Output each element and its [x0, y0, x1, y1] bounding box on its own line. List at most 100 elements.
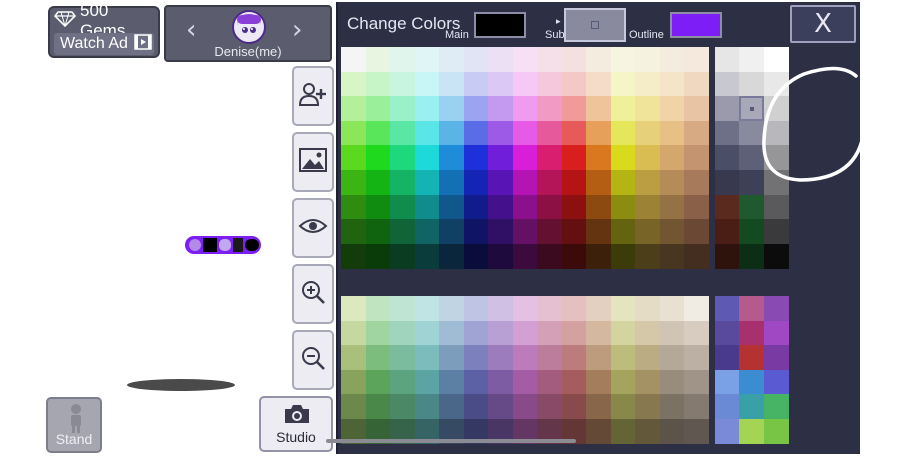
color-swatch[interactable]: [390, 96, 415, 122]
color-swatch[interactable]: [610, 96, 636, 122]
color-swatch[interactable]: [561, 96, 587, 122]
sub-color-swatch[interactable]: [564, 8, 626, 42]
color-swatch[interactable]: [390, 369, 415, 395]
color-swatch[interactable]: [684, 145, 709, 171]
color-swatch[interactable]: [635, 243, 660, 269]
color-swatch[interactable]: [684, 243, 709, 269]
color-swatch[interactable]: [414, 296, 440, 322]
color-swatch[interactable]: [439, 345, 464, 371]
color-swatch[interactable]: [512, 243, 538, 269]
color-swatch[interactable]: [586, 243, 611, 269]
color-swatch[interactable]: [390, 194, 415, 220]
color-swatch[interactable]: [684, 219, 709, 245]
color-swatch[interactable]: [341, 194, 366, 220]
color-swatch[interactable]: [610, 394, 636, 420]
color-swatch[interactable]: [537, 394, 562, 420]
color-swatch[interactable]: [463, 219, 489, 245]
color-swatch[interactable]: [763, 394, 789, 420]
color-swatch[interactable]: [684, 47, 709, 73]
color-swatch[interactable]: [414, 71, 440, 97]
color-swatch[interactable]: [659, 120, 685, 146]
color-swatch[interactable]: [659, 219, 685, 245]
color-swatch[interactable]: [365, 296, 391, 322]
color-swatch[interactable]: [488, 296, 513, 322]
color-swatch[interactable]: [463, 243, 489, 269]
color-swatch[interactable]: [390, 120, 415, 146]
color-swatch[interactable]: [439, 243, 464, 269]
color-swatch[interactable]: [684, 194, 709, 220]
color-swatch[interactable]: [714, 145, 740, 171]
color-swatch[interactable]: [684, 296, 709, 322]
color-swatch[interactable]: [414, 369, 440, 395]
color-swatch[interactable]: [659, 243, 685, 269]
color-swatch[interactable]: [684, 369, 709, 395]
color-swatch[interactable]: [739, 320, 764, 346]
color-swatch[interactable]: [561, 219, 587, 245]
color-swatch[interactable]: [390, 71, 415, 97]
color-swatch[interactable]: [488, 394, 513, 420]
visibility-button[interactable]: [292, 198, 334, 258]
color-swatch[interactable]: [390, 345, 415, 371]
color-swatch[interactable]: [341, 170, 366, 196]
color-swatch[interactable]: [463, 47, 489, 73]
color-swatch[interactable]: [635, 71, 660, 97]
color-swatch[interactable]: [537, 194, 562, 220]
color-swatch[interactable]: [586, 170, 611, 196]
color-swatch[interactable]: [561, 145, 587, 171]
color-swatch[interactable]: [537, 320, 562, 346]
color-swatch[interactable]: [763, 419, 789, 445]
color-swatch[interactable]: [561, 243, 587, 269]
color-swatch[interactable]: [561, 345, 587, 371]
color-swatch[interactable]: [714, 394, 740, 420]
color-swatch[interactable]: [414, 243, 440, 269]
color-swatch[interactable]: [341, 219, 366, 245]
color-swatch[interactable]: [512, 47, 538, 73]
color-swatch[interactable]: [635, 296, 660, 322]
color-swatch[interactable]: [463, 194, 489, 220]
color-swatch[interactable]: [537, 369, 562, 395]
color-swatch[interactable]: [463, 71, 489, 97]
color-swatch[interactable]: [610, 320, 636, 346]
color-swatch[interactable]: [463, 120, 489, 146]
color-swatch[interactable]: [537, 96, 562, 122]
color-swatch[interactable]: [763, 296, 789, 322]
color-swatch[interactable]: [390, 219, 415, 245]
color-swatch[interactable]: [561, 194, 587, 220]
color-swatch[interactable]: [659, 296, 685, 322]
color-swatch[interactable]: [414, 320, 440, 346]
color-swatch[interactable]: [610, 419, 636, 445]
color-swatch[interactable]: [463, 320, 489, 346]
color-swatch[interactable]: [659, 71, 685, 97]
color-swatch[interactable]: [610, 71, 636, 97]
color-swatch[interactable]: [586, 419, 611, 445]
color-swatch[interactable]: [512, 219, 538, 245]
color-swatch[interactable]: [586, 71, 611, 97]
color-swatch[interactable]: [739, 394, 764, 420]
color-swatch[interactable]: [739, 345, 764, 371]
color-swatch[interactable]: [610, 194, 636, 220]
color-swatch[interactable]: [635, 369, 660, 395]
color-swatch[interactable]: [390, 145, 415, 171]
color-swatch[interactable]: [635, 419, 660, 445]
color-swatch[interactable]: [537, 345, 562, 371]
color-swatch[interactable]: [763, 320, 789, 346]
color-swatch[interactable]: [537, 219, 562, 245]
color-swatch[interactable]: [488, 96, 513, 122]
color-swatch[interactable]: [635, 96, 660, 122]
color-swatch[interactable]: [684, 419, 709, 445]
color-swatch[interactable]: [365, 120, 391, 146]
color-swatch[interactable]: [390, 47, 415, 73]
color-swatch[interactable]: [659, 394, 685, 420]
color-swatch[interactable]: [561, 369, 587, 395]
color-swatch[interactable]: [439, 71, 464, 97]
color-swatch[interactable]: [439, 394, 464, 420]
color-swatch[interactable]: [439, 96, 464, 122]
color-swatch[interactable]: [537, 71, 562, 97]
color-swatch[interactable]: [537, 145, 562, 171]
color-swatch[interactable]: [537, 170, 562, 196]
color-swatch[interactable]: [512, 296, 538, 322]
color-swatch[interactable]: [463, 296, 489, 322]
color-swatch[interactable]: [635, 145, 660, 171]
color-swatch[interactable]: [365, 369, 391, 395]
color-swatch[interactable]: [739, 369, 764, 395]
